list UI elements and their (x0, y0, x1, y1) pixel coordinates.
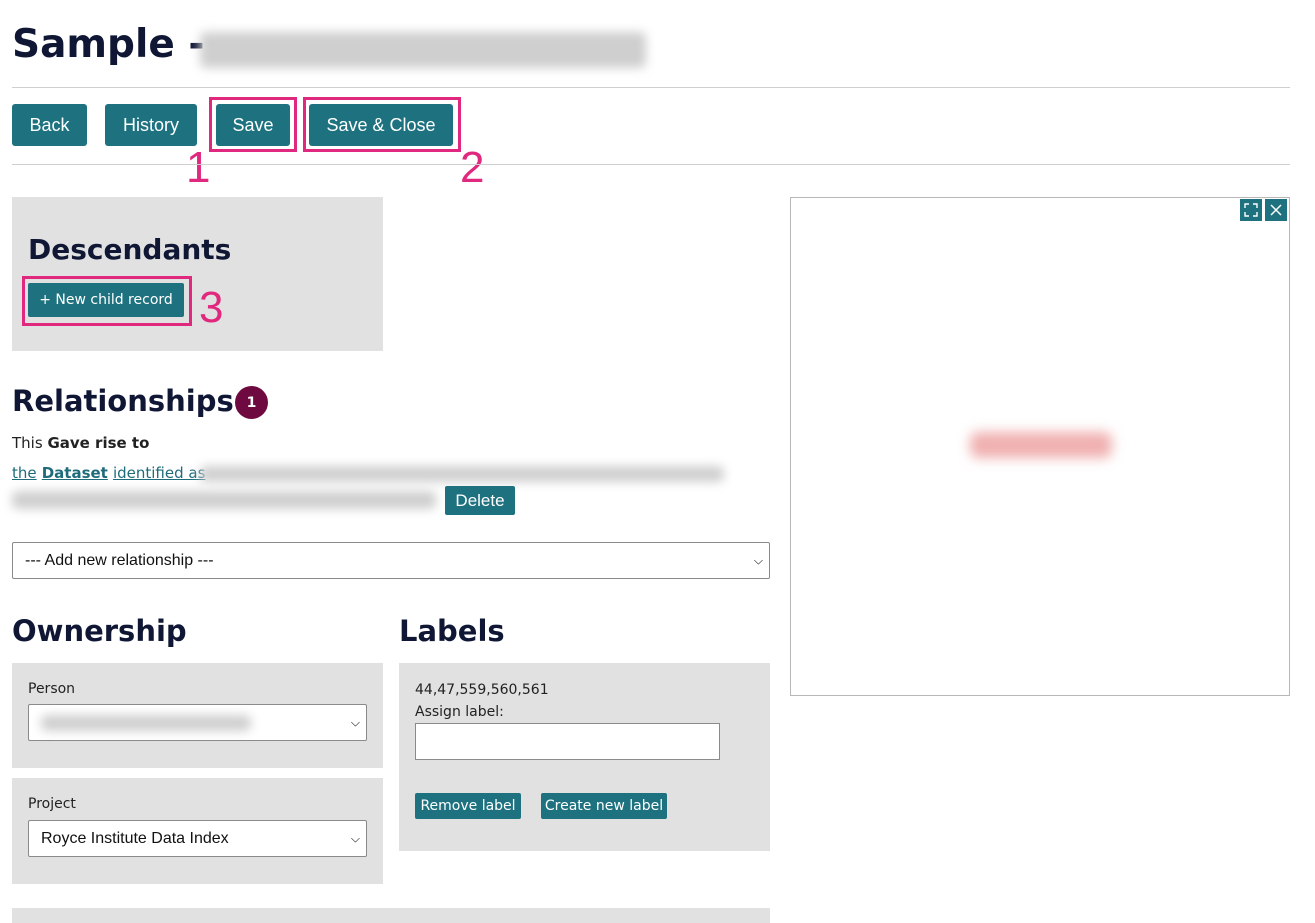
relationship-link-prefix: the (12, 464, 37, 482)
relationship-link-suffix: identified as (112, 464, 206, 482)
relationship-target-link[interactable]: the Dataset identified as (12, 463, 205, 482)
assigned-labels-list: 44,47,559,560,561 (415, 682, 549, 698)
chevron-down-icon: ⌵ (350, 715, 360, 729)
delete-relationship-button[interactable]: Delete (445, 486, 515, 515)
expand-icon[interactable] (1240, 199, 1262, 221)
callout-box-new-child (22, 276, 192, 326)
relationship-prefix: This (12, 434, 43, 452)
callout-number-1: 1 (186, 143, 211, 192)
add-relationship-select-value: --- Add new relationship --- (25, 551, 214, 569)
relationships-count-badge: 1 (235, 386, 268, 419)
preview-redacted-content (970, 432, 1112, 458)
relationship-type: Gave rise to (47, 434, 150, 452)
project-label: Project (28, 796, 76, 812)
labels-heading: Labels (399, 614, 505, 648)
close-icon[interactable] (1265, 199, 1287, 221)
callout-box-save-close (303, 97, 461, 152)
assign-label-input[interactable] (415, 723, 720, 760)
add-relationship-select[interactable]: --- Add new relationship --- ⌵ (12, 542, 770, 579)
create-new-label-button[interactable]: Create new label (541, 793, 667, 819)
descendants-heading: Descendants (28, 233, 232, 266)
relationship-target-redacted-2 (12, 491, 436, 509)
relationship-target-redacted-1 (200, 466, 724, 482)
project-select-value: Royce Institute Data Index (41, 829, 229, 847)
toolbar-divider (12, 164, 1290, 165)
back-button[interactable]: Back (12, 104, 87, 146)
page-title-redacted (200, 32, 646, 68)
callout-number-3: 3 (199, 283, 224, 332)
person-select[interactable]: ⌵ (28, 704, 367, 741)
history-button[interactable]: History (105, 104, 197, 146)
chevron-down-icon: ⌵ (753, 553, 763, 567)
callout-number-2: 2 (460, 143, 485, 192)
callout-box-save (209, 97, 297, 152)
assign-label-label: Assign label: (415, 704, 504, 720)
remove-label-button[interactable]: Remove label (415, 793, 521, 819)
bottom-panel (12, 908, 770, 923)
person-label: Person (28, 681, 76, 697)
page-title: Sample - (12, 22, 205, 67)
person-select-redacted (41, 714, 251, 731)
ownership-heading: Ownership (12, 614, 187, 648)
header-divider (12, 87, 1290, 88)
chevron-down-icon: ⌵ (350, 831, 360, 845)
relationships-heading: Relationships (12, 384, 234, 418)
relationship-sentence: This Gave rise to (12, 434, 149, 452)
descendants-panel (12, 197, 383, 351)
project-select[interactable]: Royce Institute Data Index ⌵ (28, 820, 367, 857)
relationship-link-type: Dataset (41, 464, 108, 482)
